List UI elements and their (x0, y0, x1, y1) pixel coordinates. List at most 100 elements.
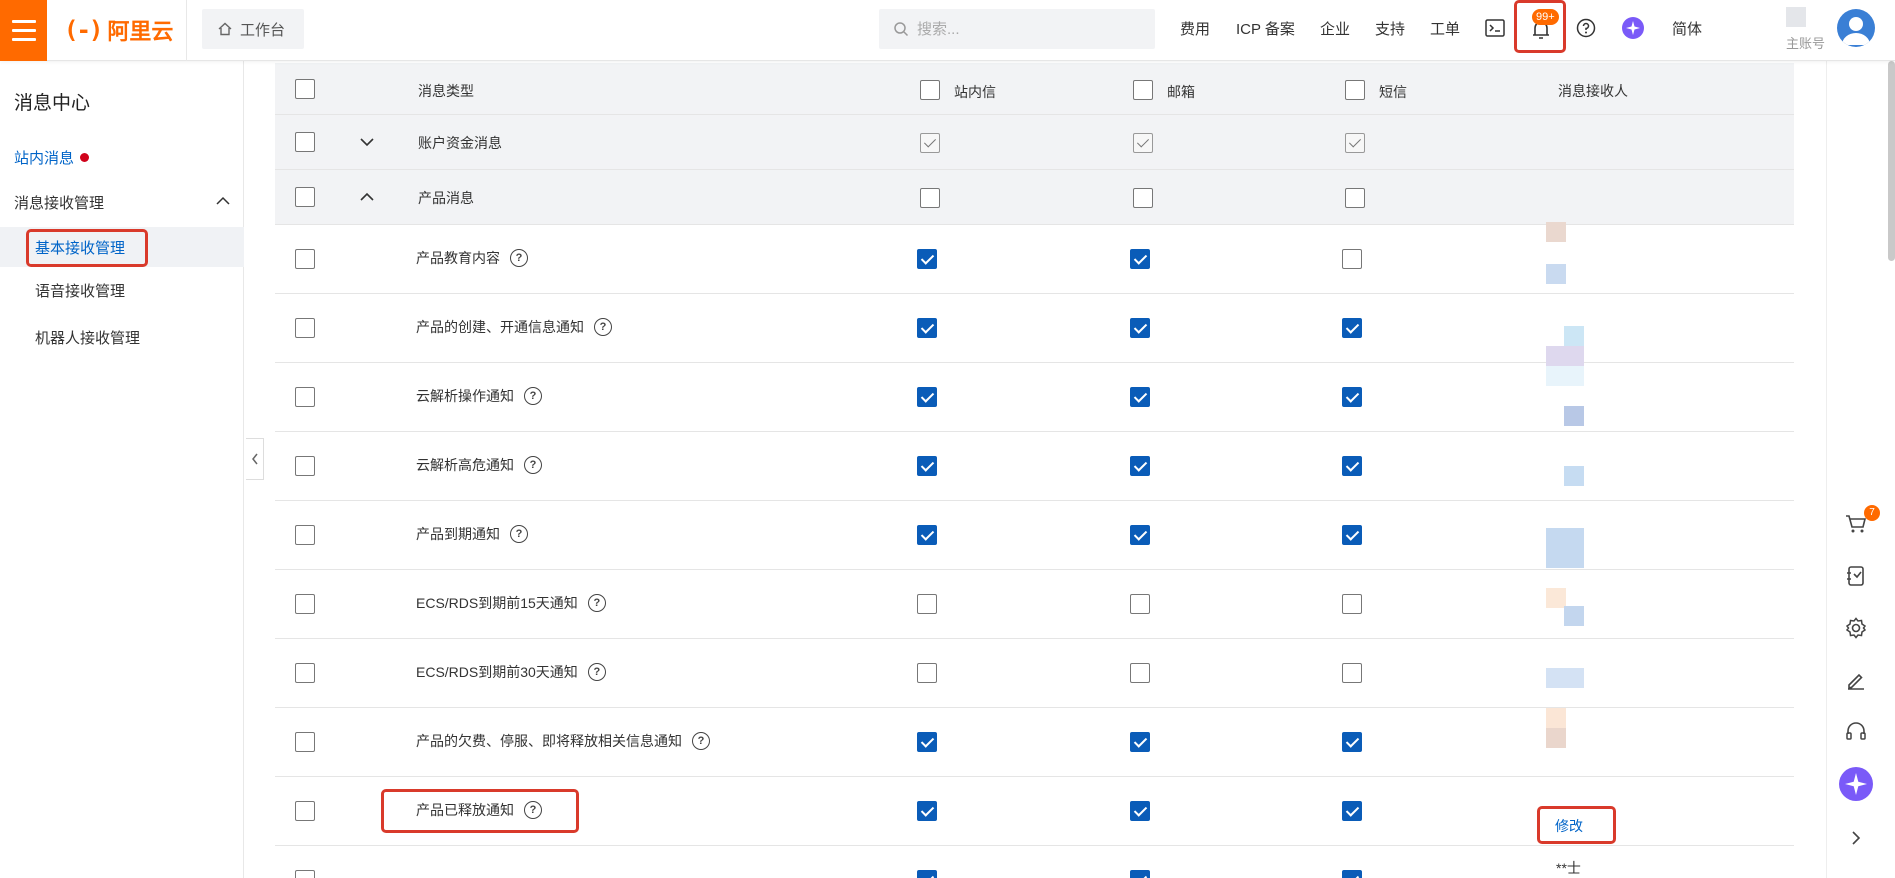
row-inbox-checkbox[interactable] (917, 387, 937, 407)
row-sms-checkbox[interactable] (1342, 387, 1362, 407)
row-email-checkbox[interactable] (1130, 318, 1150, 338)
row-inbox-checkbox[interactable] (917, 249, 937, 269)
row-inbox-checkbox[interactable] (917, 732, 937, 752)
avatar[interactable] (1837, 9, 1875, 47)
chevron-right-icon[interactable] (1838, 820, 1874, 856)
chevron-down-icon[interactable] (357, 132, 377, 152)
mask-block (1546, 728, 1566, 748)
row-sms-checkbox[interactable] (1342, 870, 1362, 878)
gear-icon[interactable] (1838, 610, 1874, 646)
logo-text: 阿里云 (107, 19, 174, 44)
group-email-checkbox[interactable] (1133, 133, 1153, 153)
headset-icon[interactable] (1838, 714, 1874, 750)
row-inbox-checkbox[interactable] (917, 801, 937, 821)
help-icon[interactable]: ? (587, 663, 606, 681)
row-inbox-checkbox[interactable] (917, 318, 937, 338)
row-inbox-checkbox[interactable] (917, 870, 937, 878)
email-all-checkbox[interactable] (1133, 80, 1153, 100)
row-select-checkbox[interactable] (295, 594, 315, 614)
chevron-up-icon[interactable] (357, 187, 377, 207)
row-select-checkbox[interactable] (295, 387, 315, 407)
sidebar-item-voice-receive[interactable]: 语音接收管理 (0, 270, 244, 310)
help-icon[interactable]: ? (594, 318, 612, 336)
row-label-text: 产品的创建、开通信息通知 (416, 319, 584, 335)
nav-ticket[interactable]: 工单 (1430, 18, 1460, 39)
edit-icon[interactable] (1838, 662, 1874, 698)
row-sms-checkbox[interactable] (1342, 249, 1362, 269)
ai-assistant-icon[interactable] (1621, 16, 1645, 40)
sidebar-group-receive-management[interactable]: 消息接收管理 (0, 182, 244, 222)
col-inbox-header: 站内信 (954, 84, 996, 100)
row-select-checkbox[interactable] (295, 801, 315, 821)
row-email-checkbox[interactable] (1130, 870, 1150, 878)
row-email-checkbox[interactable] (1130, 456, 1150, 476)
page-scrollbar[interactable] (1888, 61, 1895, 261)
logo-mark: (-) (64, 16, 103, 44)
group-select-checkbox[interactable] (295, 187, 315, 207)
row-select-checkbox[interactable] (295, 249, 315, 269)
row-inbox-checkbox[interactable] (917, 525, 937, 545)
group-sms-checkbox[interactable] (1345, 133, 1365, 153)
row-select-checkbox[interactable] (295, 456, 315, 476)
help-icon[interactable]: ? (692, 732, 710, 750)
row-email-checkbox[interactable] (1130, 387, 1150, 407)
message-type-label: 产品的创建、开通信息通知 ? (416, 317, 612, 337)
col-type-header: 消息类型 (418, 83, 474, 99)
sidebar-item-inbox[interactable]: 站内消息 (0, 137, 244, 177)
row-select-checkbox[interactable] (295, 525, 315, 545)
row-sms-checkbox[interactable] (1342, 732, 1362, 752)
search-box[interactable] (879, 9, 1155, 49)
row-email-checkbox[interactable] (1130, 663, 1150, 683)
nav-support[interactable]: 支持 (1375, 18, 1405, 39)
sms-all-checkbox[interactable] (1345, 80, 1365, 100)
row-select-checkbox[interactable] (295, 732, 315, 752)
row-select-checkbox[interactable] (295, 318, 315, 338)
row-sms-checkbox[interactable] (1342, 594, 1362, 614)
help-icon[interactable]: ? (524, 456, 542, 474)
row-sms-checkbox[interactable] (1342, 801, 1362, 821)
help-icon[interactable]: ? (587, 594, 606, 612)
row-sms-checkbox[interactable] (1342, 663, 1362, 683)
select-all-checkbox[interactable] (295, 79, 315, 99)
group-inbox-checkbox[interactable] (920, 133, 940, 153)
nav-icp[interactable]: ICP 备案 (1236, 18, 1295, 39)
row-sms-checkbox[interactable] (1342, 456, 1362, 476)
row-inbox-checkbox[interactable] (917, 594, 937, 614)
mask-block (1546, 588, 1566, 608)
help-icon[interactable]: ? (510, 249, 528, 267)
row-inbox-checkbox[interactable] (917, 456, 937, 476)
row-email-checkbox[interactable] (1130, 594, 1150, 614)
record-icon[interactable] (1838, 558, 1874, 594)
search-input[interactable] (917, 20, 1117, 38)
nav-fees[interactable]: 费用 (1180, 18, 1210, 39)
row-sms-checkbox[interactable] (1342, 318, 1362, 338)
inbox-all-checkbox[interactable] (920, 80, 940, 100)
help-icon[interactable]: ? (524, 387, 542, 405)
aliyun-logo[interactable]: (-) 阿里云 (64, 14, 173, 46)
sidebar-item-robot-receive[interactable]: 机器人接收管理 (0, 317, 244, 357)
row-label-text: 产品到期通知 (416, 526, 500, 542)
terminal-icon[interactable] (1483, 16, 1507, 40)
ai-assistant-icon[interactable] (1838, 766, 1874, 802)
row-inbox-checkbox[interactable] (917, 663, 937, 683)
row-select-checkbox[interactable] (295, 663, 315, 683)
language-switch[interactable]: 简体 (1672, 18, 1702, 39)
row-sms-checkbox[interactable] (1342, 525, 1362, 545)
row-email-checkbox[interactable] (1130, 525, 1150, 545)
group-email-checkbox[interactable] (1133, 188, 1153, 208)
row-email-checkbox[interactable] (1130, 732, 1150, 752)
row-email-checkbox[interactable] (1130, 249, 1150, 269)
group-label: 账户资金消息 (418, 135, 502, 151)
hamburger-menu-icon[interactable] (0, 0, 47, 61)
help-icon[interactable] (1574, 16, 1598, 40)
group-select-checkbox[interactable] (295, 132, 315, 152)
workbench-button[interactable]: 工作台 (202, 9, 304, 49)
edit-recipient-link[interactable]: 修改 (1555, 816, 1583, 836)
sidebar-collapse-button[interactable] (246, 438, 264, 480)
group-inbox-checkbox[interactable] (920, 188, 940, 208)
help-icon[interactable]: ? (510, 525, 528, 543)
row-select-checkbox[interactable] (295, 870, 315, 878)
nav-enterprise[interactable]: 企业 (1320, 18, 1350, 39)
group-sms-checkbox[interactable] (1345, 188, 1365, 208)
row-email-checkbox[interactable] (1130, 801, 1150, 821)
